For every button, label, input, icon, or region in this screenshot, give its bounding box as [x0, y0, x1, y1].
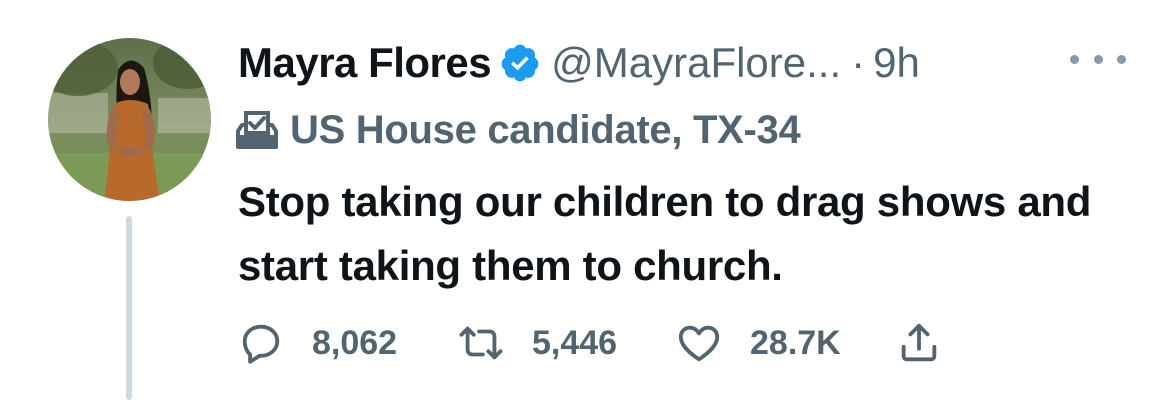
verified-badge-icon: [499, 42, 541, 84]
separator-dot: ·: [851, 39, 866, 86]
retweet-arrows-icon: [458, 320, 504, 366]
heart-icon: [676, 320, 722, 366]
action-bar: 8,062 5,446 28.7K: [238, 318, 942, 368]
avatar-photo: [48, 38, 211, 201]
share-button[interactable]: [896, 320, 942, 366]
avatar[interactable]: [48, 38, 211, 201]
tweet-header: Mayra Flores @MayraFlore... · 9h: [238, 34, 920, 92]
user-handle[interactable]: @MayraFlore...: [551, 39, 841, 87]
reply-bubble-icon: [238, 320, 284, 366]
label-text: US House candidate, TX-34: [290, 107, 801, 152]
retweet-count: 5,446: [532, 323, 618, 362]
tweet-timestamp[interactable]: 9h: [873, 39, 920, 87]
tweet-body: Stop taking our children to drag shows a…: [238, 178, 1092, 289]
share-upload-icon: [896, 320, 942, 366]
like-count: 28.7K: [750, 323, 841, 362]
like-button[interactable]: 28.7K: [676, 320, 896, 366]
reply-button[interactable]: 8,062: [238, 320, 458, 366]
retweet-button[interactable]: 5,446: [458, 320, 676, 366]
ballot-box-icon: [234, 109, 280, 151]
more-dots-icon[interactable]: [1070, 44, 1126, 74]
candidate-label: US House candidate, TX-34: [234, 104, 801, 156]
reply-count: 8,062: [312, 323, 398, 362]
thread-line: [126, 216, 132, 400]
tweet-card[interactable]: Mayra Flores @MayraFlore... · 9h US Hous…: [0, 0, 1170, 400]
display-name[interactable]: Mayra Flores: [238, 39, 492, 87]
